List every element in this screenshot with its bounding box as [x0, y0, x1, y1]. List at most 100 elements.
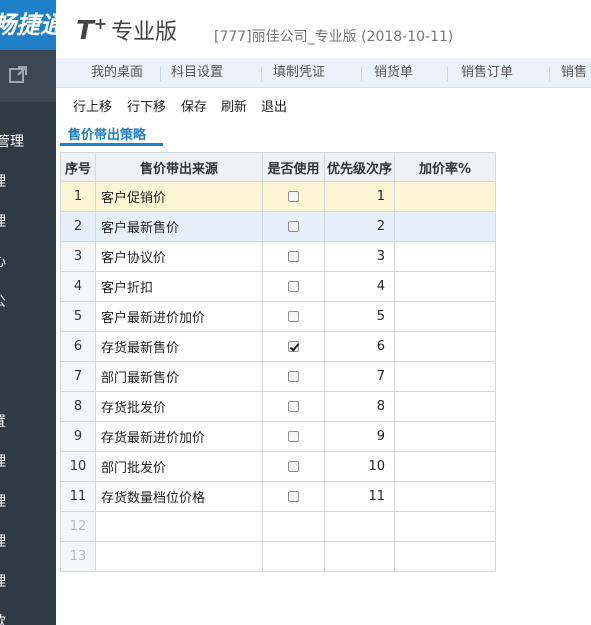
table-row[interactable]: 1 客户促销价 1 [60, 181, 496, 212]
price-source[interactable] [95, 511, 263, 542]
move-row-up-button[interactable]: 行上移 [73, 96, 112, 115]
tab-sales-more[interactable]: 销售 [561, 58, 587, 88]
price-source[interactable]: 存货最新售价 [95, 331, 263, 362]
tab-sales-delivery[interactable]: 销货单 [374, 58, 413, 88]
price-source[interactable]: 客户折扣 [95, 271, 263, 302]
table-row[interactable]: 6 存货最新售价 6 [60, 331, 496, 362]
markup-rate[interactable] [394, 481, 496, 512]
sidebar-item-10[interactable]: 理 [0, 570, 56, 594]
used-cell[interactable] [262, 511, 325, 542]
new-window-icon[interactable] [0, 50, 56, 102]
priority-order[interactable]: 10 [324, 451, 395, 482]
sidebar-item-management[interactable]: 管理 [0, 130, 56, 154]
use-checkbox[interactable] [288, 401, 299, 412]
use-checkbox[interactable] [288, 431, 299, 442]
tab-sales-order[interactable]: 销售订单 [461, 58, 513, 88]
markup-rate[interactable] [394, 241, 496, 272]
markup-rate[interactable] [394, 391, 496, 422]
price-source[interactable]: 客户最新进价加价 [95, 301, 263, 332]
tab-voucher-entry[interactable]: 填制凭证 [273, 58, 325, 88]
table-row[interactable]: 8 存货批发价 8 [60, 391, 496, 422]
markup-rate[interactable] [394, 511, 496, 542]
markup-rate[interactable] [394, 181, 496, 212]
used-cell[interactable] [262, 361, 325, 392]
priority-order[interactable]: 3 [324, 241, 395, 272]
sidebar-item-2[interactable]: 理 [0, 170, 56, 194]
priority-order[interactable]: 8 [324, 391, 395, 422]
price-source[interactable]: 客户促销价 [95, 181, 263, 212]
use-checkbox[interactable] [288, 491, 299, 502]
sidebar-item-11[interactable]: 款 [0, 610, 56, 625]
priority-order[interactable]: 4 [324, 271, 395, 302]
use-checkbox[interactable] [288, 191, 299, 202]
priority-order[interactable]: 7 [324, 361, 395, 392]
table-row[interactable]: 3 客户协议价 3 [60, 241, 496, 272]
sidebar-item-9[interactable]: 理 [0, 530, 56, 554]
sidebar-item-5[interactable]: 公 [0, 290, 56, 314]
used-cell[interactable] [262, 241, 325, 272]
markup-rate[interactable] [394, 451, 496, 482]
used-cell[interactable] [262, 181, 325, 212]
table-row[interactable]: 9 存货最新进价加价 9 [60, 421, 496, 452]
used-cell[interactable] [262, 211, 325, 242]
price-source[interactable]: 存货最新进价加价 [95, 421, 263, 452]
priority-order[interactable]: 9 [324, 421, 395, 452]
markup-rate[interactable] [394, 361, 496, 392]
priority-order[interactable]: 6 [324, 331, 395, 362]
markup-rate[interactable] [394, 301, 496, 332]
use-checkbox[interactable] [288, 281, 299, 292]
tab-account-settings[interactable]: 科目设置 [171, 58, 223, 88]
priority-order[interactable]: 2 [324, 211, 395, 242]
used-cell[interactable] [262, 331, 325, 362]
priority-order[interactable]: 11 [324, 481, 395, 512]
sidebar-item-3[interactable]: 理 [0, 210, 56, 234]
move-row-down-button[interactable]: 行下移 [127, 96, 166, 115]
use-checkbox[interactable] [288, 251, 299, 262]
used-cell[interactable] [262, 301, 325, 332]
priority-order[interactable]: 1 [324, 181, 395, 212]
price-source[interactable]: 存货批发价 [95, 391, 263, 422]
table-row-empty[interactable]: 12 [60, 511, 496, 542]
used-cell[interactable] [262, 391, 325, 422]
table-row[interactable]: 4 客户折扣 4 [60, 271, 496, 302]
table-row[interactable]: 10 部门批发价 10 [60, 451, 496, 482]
table-row[interactable]: 7 部门最新售价 7 [60, 361, 496, 392]
price-source[interactable]: 存货数量档位价格 [95, 481, 263, 512]
use-checkbox[interactable] [288, 311, 299, 322]
sidebar-item-4[interactable]: 心 [0, 250, 56, 274]
markup-rate[interactable] [394, 421, 496, 452]
sidebar-item-6[interactable]: 置 [0, 410, 56, 434]
sidebar-item-8[interactable]: 理 [0, 490, 56, 514]
markup-rate[interactable] [394, 211, 496, 242]
price-source[interactable]: 客户最新售价 [95, 211, 263, 242]
use-checkbox[interactable] [288, 461, 299, 472]
price-source[interactable] [95, 541, 263, 572]
table-row-empty[interactable]: 13 [60, 541, 496, 572]
priority-order[interactable] [324, 511, 395, 542]
markup-rate[interactable] [394, 271, 496, 302]
used-cell[interactable] [262, 421, 325, 452]
refresh-button[interactable]: 刷新 [221, 96, 247, 115]
table-row[interactable]: 2 客户最新售价 2 [60, 211, 496, 242]
exit-button[interactable]: 退出 [261, 96, 287, 115]
table-row[interactable]: 11 存货数量档位价格 11 [60, 481, 496, 512]
used-cell[interactable] [262, 451, 325, 482]
markup-rate[interactable] [394, 331, 496, 362]
priority-order[interactable]: 5 [324, 301, 395, 332]
tab-my-desktop[interactable]: 我的桌面 [91, 58, 143, 88]
table-row[interactable]: 5 客户最新进价加价 5 [60, 301, 496, 332]
used-cell[interactable] [262, 271, 325, 302]
priority-order[interactable] [324, 541, 395, 572]
use-checkbox[interactable] [288, 341, 299, 352]
markup-rate[interactable] [394, 541, 496, 572]
price-source[interactable]: 部门最新售价 [95, 361, 263, 392]
used-cell[interactable] [262, 481, 325, 512]
price-source[interactable]: 客户协议价 [95, 241, 263, 272]
sidebar-item-7[interactable]: 理 [0, 450, 56, 474]
use-checkbox[interactable] [288, 221, 299, 232]
use-checkbox[interactable] [288, 371, 299, 382]
used-cell[interactable] [262, 541, 325, 572]
save-button[interactable]: 保存 [181, 96, 207, 115]
tab-price-strategy[interactable]: 售价带出策略 [60, 122, 163, 146]
price-source[interactable]: 部门批发价 [95, 451, 263, 482]
